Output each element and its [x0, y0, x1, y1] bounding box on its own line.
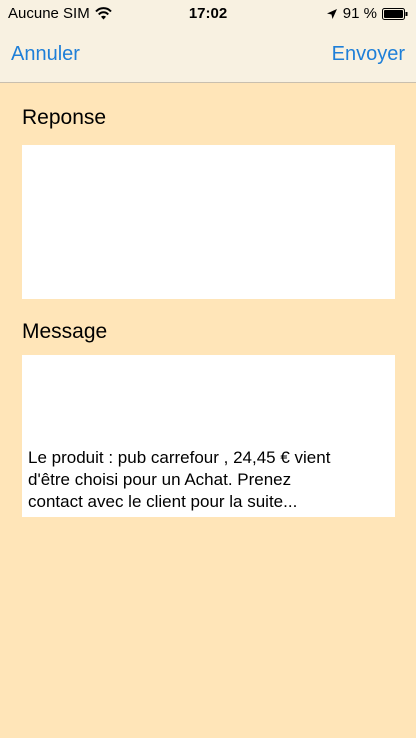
message-label: Message	[22, 320, 108, 343]
message-text: Le produit : pub carrefour , 24,45 € vie…	[28, 448, 331, 511]
nav-bar: Annuler Envoyer	[0, 26, 416, 83]
status-bar: Aucune SIM 17:02 91 %	[0, 0, 416, 26]
response-label: Reponse	[22, 106, 107, 129]
top-bar: Aucune SIM 17:02 91 % Annuler Envoyer	[0, 0, 416, 83]
battery-percent: 91 %	[342, 5, 377, 22]
status-right-group: 91 %	[326, 5, 408, 22]
cancel-button[interactable]: Annuler	[11, 43, 80, 66]
battery-icon	[382, 7, 408, 20]
location-icon	[326, 8, 338, 20]
response-field[interactable]	[22, 145, 395, 299]
send-button[interactable]: Envoyer	[332, 43, 405, 66]
message-field[interactable]: Le produit : pub carrefour , 24,45 € vie…	[22, 355, 395, 517]
